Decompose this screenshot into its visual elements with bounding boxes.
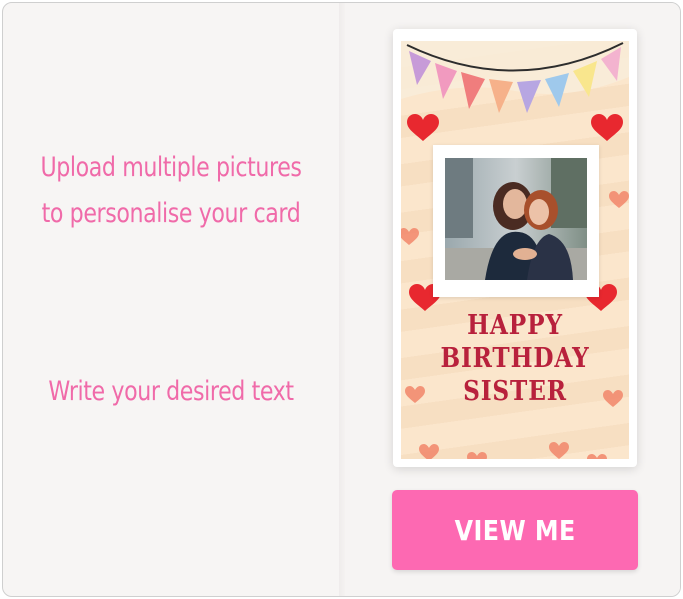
heart-icon	[549, 442, 569, 459]
heart-icon	[419, 444, 439, 459]
heart-icon	[467, 452, 487, 459]
feature-write-text: Write your desired text	[48, 376, 294, 407]
card-preview-area: HAPPY BIRTHDAY SISTER VIEW ME	[345, 3, 680, 596]
view-me-label: VIEW ME	[454, 513, 576, 547]
card-artwork: HAPPY BIRTHDAY SISTER	[401, 41, 629, 459]
uploaded-photo	[445, 158, 587, 280]
view-me-button[interactable]: VIEW ME	[392, 490, 638, 570]
photo-image	[445, 158, 587, 280]
feature-upload-pictures: Upload multiple pictures to personalise …	[33, 145, 309, 237]
greeting-line-sister: SISTER	[463, 376, 567, 407]
greeting-line-happy: HAPPY	[467, 310, 563, 341]
heart-icon	[591, 114, 623, 141]
heart-icon	[401, 228, 419, 245]
heart-icon	[407, 114, 439, 141]
birthday-card-preview[interactable]: HAPPY BIRTHDAY SISTER	[393, 29, 637, 467]
feature-upload-line2: to personalise your card	[41, 198, 301, 229]
photo-frame[interactable]	[433, 145, 599, 297]
card-preview-panel: Upload multiple pictures to personalise …	[2, 2, 681, 597]
heart-icon	[587, 454, 607, 459]
greeting-line-birthday: BIRTHDAY	[440, 343, 590, 374]
heart-icon	[609, 191, 629, 208]
feature-list: Upload multiple pictures to personalise …	[3, 3, 339, 596]
feature-upload-line1: Upload multiple pictures	[40, 152, 302, 183]
